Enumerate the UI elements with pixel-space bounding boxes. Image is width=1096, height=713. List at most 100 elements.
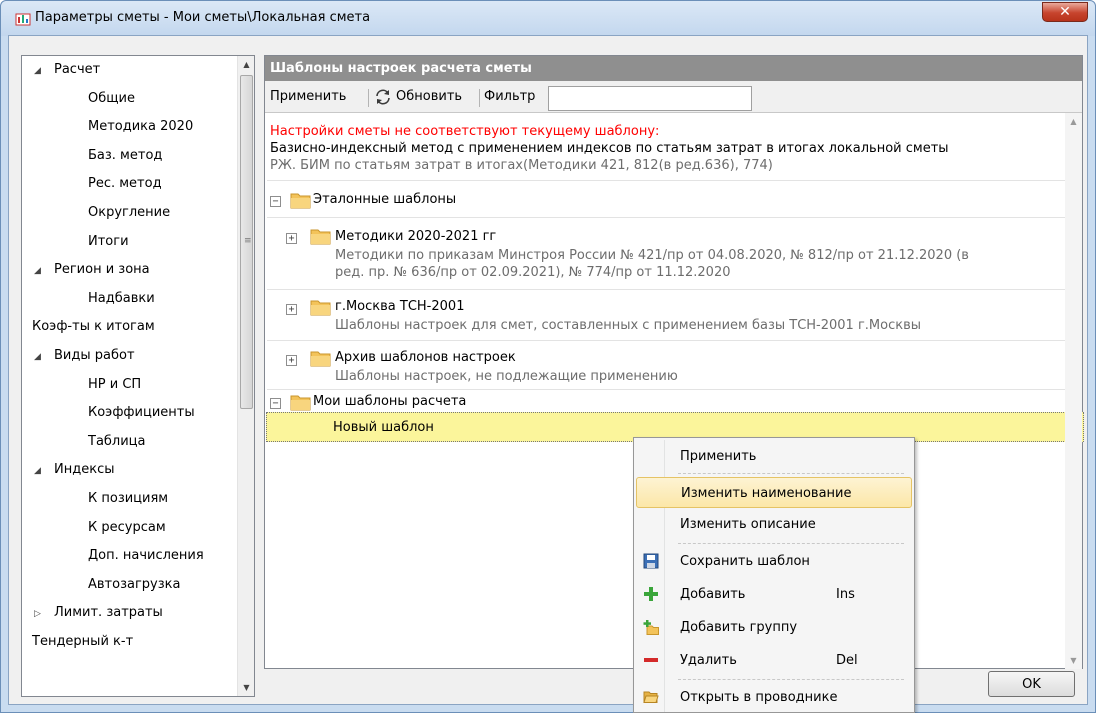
sidebar-item-label: Итоги bbox=[88, 233, 129, 249]
sidebar-item[interactable]: К позициям bbox=[22, 485, 238, 514]
menu-item-add-group[interactable]: Добавить группу bbox=[636, 612, 912, 643]
expanded-arrow-icon[interactable]: ◢ bbox=[34, 343, 54, 372]
sidebar-item-label: Надбавки bbox=[88, 290, 155, 306]
group-desc-archive: Шаблоны настроек, не подлежащие применен… bbox=[335, 369, 678, 384]
ok-button[interactable]: OK bbox=[988, 671, 1075, 697]
save-icon bbox=[643, 553, 659, 569]
refresh-button[interactable]: Обновить bbox=[374, 81, 462, 113]
folder-icon bbox=[310, 351, 331, 367]
sidebar-item[interactable]: ◢ Регион и зона bbox=[22, 256, 238, 285]
expand-icon[interactable]: + bbox=[286, 233, 297, 244]
sidebar-item-label: Регион и зона bbox=[54, 262, 150, 278]
close-icon: ✕ bbox=[1059, 4, 1071, 20]
sidebar-item[interactable]: Надбавки bbox=[22, 285, 238, 314]
scroll-down-icon[interactable]: ▼ bbox=[1065, 652, 1082, 669]
menu-item-shortcut: Del bbox=[836, 653, 858, 668]
scroll-up-icon[interactable]: ▲ bbox=[1065, 113, 1082, 130]
collapsed-arrow-icon[interactable]: ▷ bbox=[34, 600, 54, 629]
sidebar-item-label: Автозагрузка bbox=[88, 576, 181, 592]
tree-scroll-thumb[interactable]: ≡ bbox=[240, 75, 253, 409]
sidebar-item[interactable]: Тендерный к-т bbox=[22, 628, 238, 657]
collapse-icon[interactable]: − bbox=[270, 196, 281, 207]
scroll-down-icon[interactable]: ▼ bbox=[238, 679, 254, 696]
sidebar-item[interactable]: ◢ Индексы bbox=[22, 456, 238, 485]
sidebar-item-label: Тендерный к-т bbox=[32, 633, 134, 649]
sidebar-item[interactable]: Рес. метод bbox=[22, 170, 238, 199]
menu-item-delete[interactable]: Удалить Del bbox=[636, 645, 912, 676]
expand-icon[interactable]: + bbox=[286, 304, 297, 315]
row-divider bbox=[267, 340, 1065, 341]
row-divider bbox=[267, 217, 1065, 218]
sidebar-item-label: Округление bbox=[88, 204, 171, 220]
folder-icon bbox=[290, 193, 311, 209]
sidebar-item[interactable]: ◢ Виды работ bbox=[22, 342, 238, 371]
expanded-arrow-icon[interactable]: ◢ bbox=[34, 457, 54, 486]
sidebar-item[interactable]: Коэффициенты bbox=[22, 399, 238, 428]
group-title-mine[interactable]: Мои шаблоны расчета bbox=[313, 394, 466, 409]
current-method-detail: РЖ. БИМ по статьям затрат в итогах(Метод… bbox=[270, 158, 773, 173]
collapse-icon[interactable]: − bbox=[270, 398, 281, 409]
apply-button[interactable]: Применить bbox=[270, 81, 346, 113]
sidebar-item[interactable]: Доп. начисления bbox=[22, 542, 238, 571]
scroll-up-icon[interactable]: ▲ bbox=[238, 56, 254, 73]
toolbar-separator bbox=[479, 89, 480, 107]
sidebar-item[interactable]: Методика 2020 bbox=[22, 113, 238, 142]
title-bar: Параметры сметы - Мои сметы\Локальная см… bbox=[1, 1, 1095, 36]
menu-item-label: Добавить группу bbox=[680, 620, 798, 635]
sidebar-item[interactable]: Итоги bbox=[22, 228, 238, 257]
expanded-arrow-icon[interactable]: ◢ bbox=[34, 57, 54, 86]
sidebar-item[interactable]: К ресурсам bbox=[22, 514, 238, 543]
group-title-moscow[interactable]: г.Москва ТСН-2001 bbox=[335, 299, 464, 314]
sidebar-item-label: Общие bbox=[88, 90, 135, 106]
expanded-arrow-icon[interactable]: ◢ bbox=[34, 257, 54, 286]
content-scrollbar[interactable]: ▲ ▼ bbox=[1065, 113, 1082, 669]
menu-item-label: Применить bbox=[680, 449, 757, 464]
sidebar-item-label: Методика 2020 bbox=[88, 119, 194, 135]
current-method: Базисно-индексный метод с применением ин… bbox=[270, 141, 949, 156]
menu-item-label: Сохранить шаблон bbox=[680, 554, 810, 569]
folder-open-icon bbox=[643, 691, 659, 703]
group-title-methods-2020[interactable]: Методики 2020-2021 гг bbox=[335, 229, 496, 244]
sidebar-item[interactable]: НР и СП bbox=[22, 371, 238, 400]
filter-input[interactable] bbox=[548, 86, 752, 111]
sidebar-item[interactable]: Таблица bbox=[22, 428, 238, 457]
group-title-reference[interactable]: Эталонные шаблоны bbox=[313, 192, 456, 207]
menu-item-open-in-explorer[interactable]: Открыть в проводнике bbox=[636, 682, 912, 713]
sidebar-item-label: К ресурсам bbox=[88, 519, 166, 535]
sidebar-item[interactable]: ▷ Лимит. затраты bbox=[22, 599, 238, 628]
toolbar-separator bbox=[368, 89, 369, 107]
sidebar-item-label: Коэф-ты к итогам bbox=[32, 319, 155, 335]
dialog-client: ◢ Расчет Общие Методика 2020 Баз. метод Рес. … bbox=[8, 35, 1088, 705]
tree-scrollbar[interactable]: ▲ ≡ ▼ bbox=[237, 56, 254, 696]
sidebar-item-label: Лимит. затраты bbox=[54, 605, 163, 621]
sidebar-item[interactable]: ◢ Расчет bbox=[22, 56, 238, 85]
menu-item-save-template[interactable]: Сохранить шаблон bbox=[636, 546, 912, 577]
menu-item-edit-description[interactable]: Изменить описание bbox=[636, 509, 912, 540]
mismatch-warning: Настройки сметы не соответствуют текущем… bbox=[270, 124, 660, 139]
close-button[interactable]: ✕ bbox=[1042, 2, 1088, 22]
sidebar-item-label: Доп. начисления bbox=[88, 548, 204, 564]
sidebar-item[interactable]: Округление bbox=[22, 199, 238, 228]
window-title: Параметры сметы - Мои сметы\Локальная см… bbox=[35, 10, 371, 25]
group-desc-moscow: Шаблоны настроек для смет, составленных … bbox=[335, 318, 922, 333]
context-menu: Применить Изменить наименование Изменить… bbox=[633, 437, 915, 713]
menu-separator bbox=[678, 473, 904, 474]
row-divider bbox=[267, 289, 1065, 290]
menu-item-apply[interactable]: Применить bbox=[636, 441, 912, 472]
row-divider bbox=[267, 180, 1065, 181]
row-divider bbox=[267, 389, 1065, 390]
sidebar-item[interactable]: Автозагрузка bbox=[22, 571, 238, 600]
sidebar-item-label: Виды работ bbox=[54, 347, 135, 363]
menu-item-rename[interactable]: Изменить наименование bbox=[636, 477, 912, 508]
sidebar-item[interactable]: Коэф-ты к итогам bbox=[22, 313, 238, 342]
sidebar-item[interactable]: Баз. метод bbox=[22, 142, 238, 171]
menu-item-shortcut: Ins bbox=[836, 587, 855, 602]
sidebar-item[interactable]: Общие bbox=[22, 85, 238, 114]
folder-icon bbox=[310, 229, 331, 245]
sidebar-item-label: Рес. метод bbox=[88, 176, 162, 192]
group-title-archive[interactable]: Архив шаблонов настроек bbox=[335, 350, 516, 365]
group-desc-methods-2020: ред. пр. № 636/пр от 02.09.2021), № 774/… bbox=[335, 265, 731, 280]
menu-separator bbox=[678, 543, 904, 544]
expand-icon[interactable]: + bbox=[286, 355, 297, 366]
menu-item-add[interactable]: Добавить Ins bbox=[636, 579, 912, 610]
